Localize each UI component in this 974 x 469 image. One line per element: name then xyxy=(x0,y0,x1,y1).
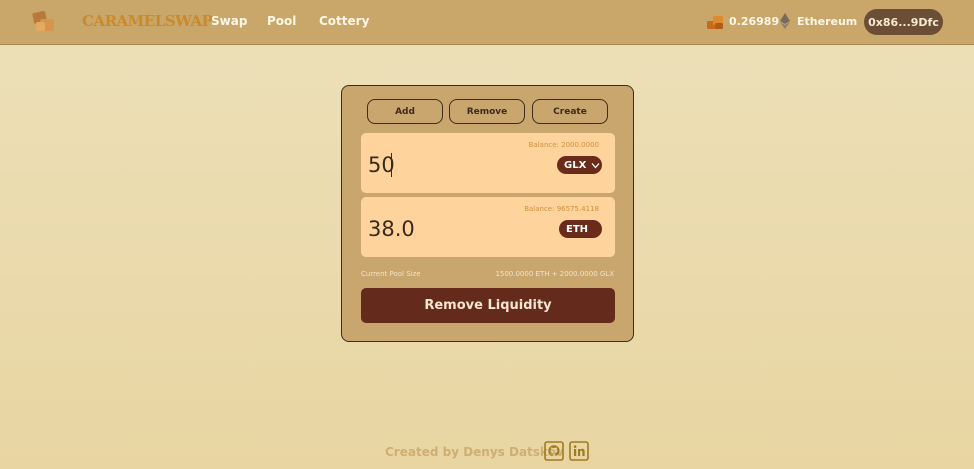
caramel-token-icon xyxy=(707,16,723,29)
token-b-balance: Balance: 96575.4118 xyxy=(524,205,599,213)
text-caret xyxy=(391,153,392,177)
footer-credit: Created by Denys Datskov xyxy=(385,445,564,459)
token-a-symbol: GLX xyxy=(564,159,587,171)
github-icon[interactable] xyxy=(544,441,564,461)
token-a-panel: Balance: 2000.0000 GLX xyxy=(361,133,615,193)
tab-remove[interactable]: Remove xyxy=(449,99,525,124)
chevron-down-icon xyxy=(591,162,600,168)
token-b-selector[interactable]: ETH xyxy=(559,220,602,238)
wallet-address-button[interactable]: 0x86...9Dfc xyxy=(864,9,943,35)
token-b-amount-input[interactable] xyxy=(368,215,548,243)
brand-name[interactable]: CARAMELSWAP xyxy=(82,12,213,30)
liquidity-card: Add Remove Create Balance: 2000.0000 GLX… xyxy=(341,85,634,342)
caramel-logo-icon[interactable] xyxy=(30,9,58,35)
nav-swap[interactable]: Swap xyxy=(211,14,247,28)
token-a-amount-input[interactable] xyxy=(368,151,548,179)
tab-add[interactable]: Add xyxy=(367,99,443,124)
ethereum-icon xyxy=(780,13,790,29)
tab-create[interactable]: Create xyxy=(532,99,608,124)
nav-pool[interactable]: Pool xyxy=(267,14,296,28)
top-navbar: CARAMELSWAP Swap Pool Cottery 0.26989 Et… xyxy=(0,0,974,45)
caramel-balance: 0.26989 xyxy=(729,15,780,28)
token-a-balance: Balance: 2000.0000 xyxy=(528,141,599,149)
network-name[interactable]: Ethereum xyxy=(797,15,857,28)
remove-liquidity-button[interactable]: Remove Liquidity xyxy=(361,288,615,323)
pool-size-value: 1500.0000 ETH + 2000.0000 GLX xyxy=(495,270,614,278)
linkedin-icon[interactable] xyxy=(569,441,589,461)
token-b-panel: Balance: 96575.4118 ETH xyxy=(361,197,615,257)
token-b-symbol: ETH xyxy=(566,223,589,235)
nav-cottery[interactable]: Cottery xyxy=(319,14,369,28)
pool-size-label: Current Pool Size xyxy=(361,270,421,278)
token-a-selector[interactable]: GLX xyxy=(557,156,602,174)
